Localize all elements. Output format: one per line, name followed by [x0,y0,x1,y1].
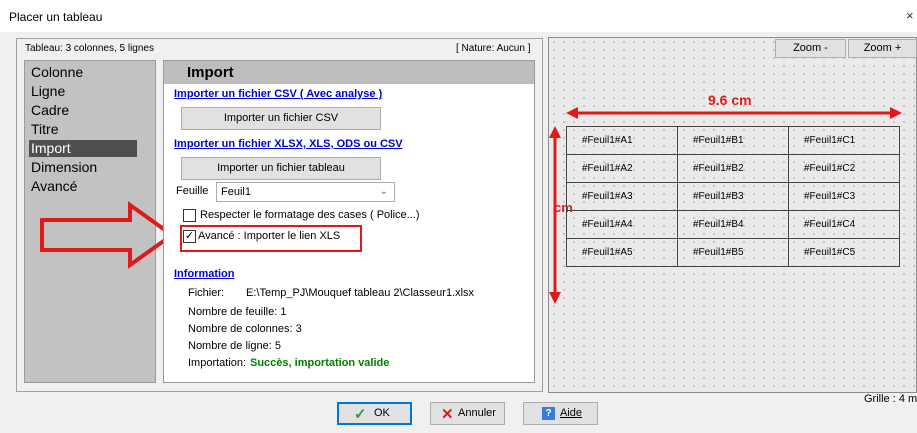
import-status: Succès, importation valide [250,357,390,369]
column-count: Nombre de colonnes: 3 [188,323,302,335]
table-cell: #Feuil1#C2 [788,154,900,183]
table-row: #Feuil1#A1 #Feuil1#B1 #Feuil1#C1 [566,126,900,155]
panel-header: Import [164,61,534,84]
zoom-in-button[interactable]: Zoom + [848,39,917,58]
sheet-select-value: Feuil1 [221,186,251,198]
csv-analysis-link[interactable]: Importer un fichier CSV ( Avec analyse ) [174,88,382,100]
sheet-label: Feuille [176,185,209,197]
table-cell: #Feuil1#A3 [566,182,678,211]
sidebar-item-dimension[interactable]: Dimension [31,159,97,176]
table-cell: #Feuil1#A2 [566,154,678,183]
import-table-button[interactable]: Importer un fichier tableau [181,157,381,180]
sheet-count: Nombre de feuille: 1 [188,306,287,318]
help-button[interactable]: ? Aide [523,402,598,425]
file-label: Fichier: [188,287,225,299]
table-cell: #Feuil1#C3 [788,182,900,211]
row-count: Nombre de ligne: 5 [188,340,281,352]
title-bar: Placer un tableau × [0,0,917,32]
help-icon: ? [542,407,555,420]
table-cell: #Feuil1#A1 [566,126,678,155]
sidebar-item-cadre[interactable]: Cadre [31,102,69,119]
table-cell: #Feuil1#B2 [677,154,789,183]
table-info: Tableau: 3 colonnes, 5 lignes [25,43,154,54]
sidebar-item-colonne[interactable]: Colonne [31,64,83,81]
checkmark-icon: ✓ [184,230,195,242]
import-csv-button[interactable]: Importer un fichier CSV [181,107,381,130]
nature-label: [ Nature: Aucun ] [456,43,531,54]
table-row: #Feuil1#A3 #Feuil1#B3 #Feuil1#C3 [566,182,900,211]
window-title: Placer un tableau [9,10,103,24]
ok-label: OK [374,407,390,419]
table-cell: #Feuil1#A5 [566,238,678,267]
sidebar-item-ligne[interactable]: Ligne [31,83,65,100]
sheet-select[interactable]: Feuil1 ⌄ [216,182,395,202]
zoom-out-button[interactable]: Zoom - [775,39,846,58]
cross-icon: ✕ [441,406,454,423]
sidebar-item-titre[interactable]: Titre [31,121,58,138]
cancel-label: Annuler [458,407,496,419]
file-path: E:\Temp_PJ\Mouquef tableau 2\Classeur1.x… [246,287,475,299]
table-cell: #Feuil1#B5 [677,238,789,267]
checkmark-icon: ✓ [354,406,367,423]
table-cell: #Feuil1#A4 [566,210,678,239]
table-row: #Feuil1#A5 #Feuil1#B5 #Feuil1#C5 [566,238,900,267]
table-cell: #Feuil1#B1 [677,126,789,155]
import-label: Importation: [188,357,247,369]
sidebar-item-avance[interactable]: Avancé [31,178,77,195]
close-icon[interactable]: × [906,8,914,23]
table-cell: #Feuil1#B4 [677,210,789,239]
red-arrow-annotation [40,201,176,269]
grid-size-label: Grille : 4 mm [864,393,917,405]
table-cell: #Feuil1#B3 [677,182,789,211]
cancel-button[interactable]: ✕ Annuler [430,402,505,425]
preview-table: #Feuil1#A1 #Feuil1#B1 #Feuil1#C1 #Feuil1… [566,126,900,267]
table-cell: #Feuil1#C5 [788,238,900,267]
table-cell: #Feuil1#C1 [788,126,900,155]
table-row: #Feuil1#A4 #Feuil1#B4 #Feuil1#C4 [566,210,900,239]
table-row: #Feuil1#A2 #Feuil1#B2 #Feuil1#C2 [566,154,900,183]
respect-format-label: Respecter le formatage des cases ( Polic… [200,209,420,221]
chevron-down-icon: ⌄ [379,186,388,197]
ok-button[interactable]: ✓ OK [337,402,412,425]
xlsx-import-link[interactable]: Importer un fichier XLSX, XLS, ODS ou CS… [174,138,403,150]
width-dimension-label: 9.6 cm [708,92,752,108]
advanced-checkbox[interactable]: ✓ [183,230,196,243]
sidebar-item-import[interactable]: Import [29,140,137,157]
respect-format-checkbox[interactable] [183,209,196,222]
table-cell: #Feuil1#C4 [788,210,900,239]
information-heading: Information [174,268,235,280]
panel-title: Import [187,64,234,81]
advanced-label: Avancé : Importer le lien XLS [198,230,341,242]
help-label: Aide [560,407,583,419]
